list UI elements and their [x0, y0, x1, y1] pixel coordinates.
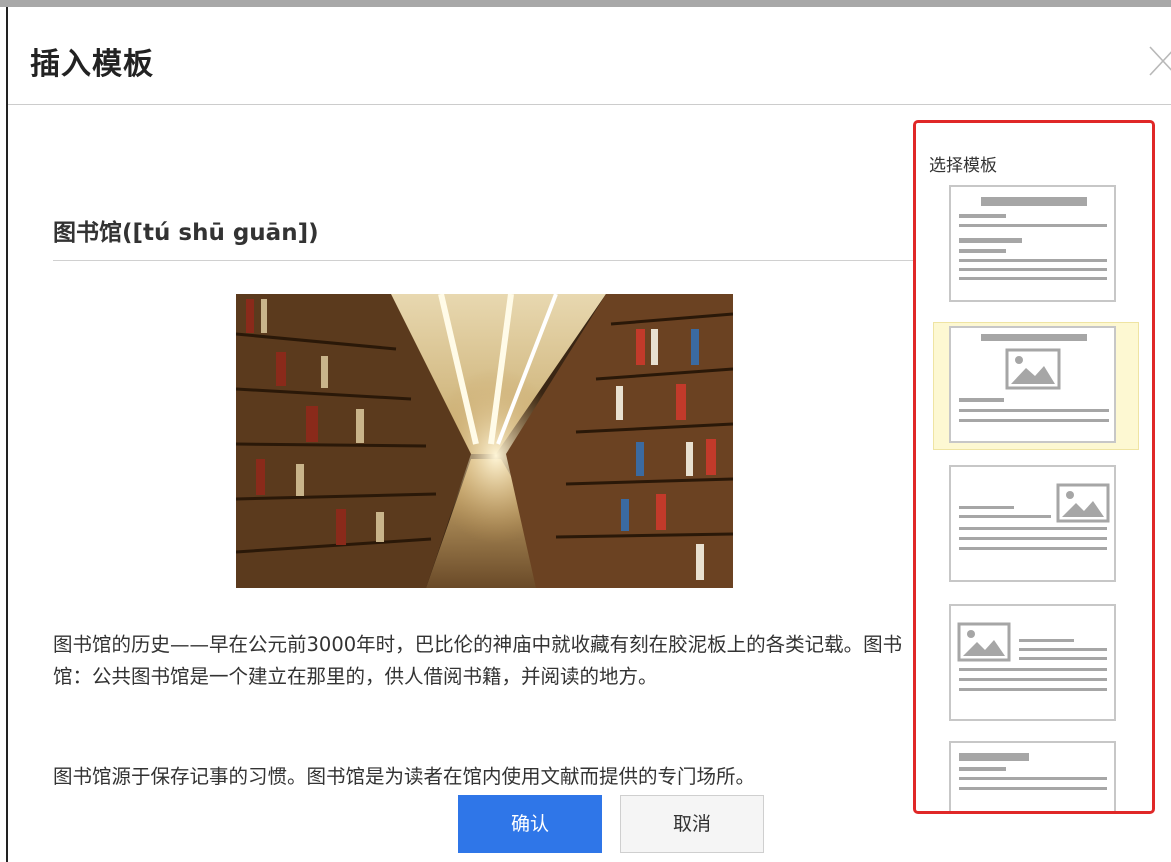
template-option-text-alt[interactable] [949, 741, 1116, 811]
insert-template-dialog: 插入模板 图书馆([tú shū guān]) 图书馆的历史——早在公元前300… [6, 7, 1171, 862]
close-icon[interactable] [1148, 41, 1171, 81]
template-picker-panel: 选择模板 [913, 120, 1155, 814]
top-bar [0, 0, 1171, 7]
dialog-title: 插入模板 [30, 47, 154, 82]
template-preview: 图书馆([tú shū guān]) 图书馆的历史——早在公元前3000年时，巴… [53, 147, 913, 797]
picker-label: 选择模板 [929, 156, 997, 176]
template-option-image-right[interactable] [949, 465, 1116, 582]
confirm-button[interactable]: 确认 [458, 795, 602, 853]
template-option-title-image[interactable] [949, 326, 1116, 443]
preview-paragraph: 图书馆的历史——早在公元前3000年时，巴比伦的神庙中就收藏有刻在胶泥板上的各类… [53, 633, 903, 688]
cancel-button[interactable]: 取消 [620, 795, 764, 853]
template-option-image-left[interactable] [949, 604, 1116, 721]
library-photo [235, 293, 734, 588]
heading-divider [53, 260, 913, 261]
title-divider [8, 104, 1171, 105]
preview-paragraph: 图书馆源于保存记事的习惯。图书馆是为读者在馆内使用文献而提供的专门场所。 [53, 765, 756, 788]
template-option-text-only[interactable] [949, 185, 1116, 302]
preview-heading: 图书馆([tú shū guān]) [53, 220, 319, 246]
